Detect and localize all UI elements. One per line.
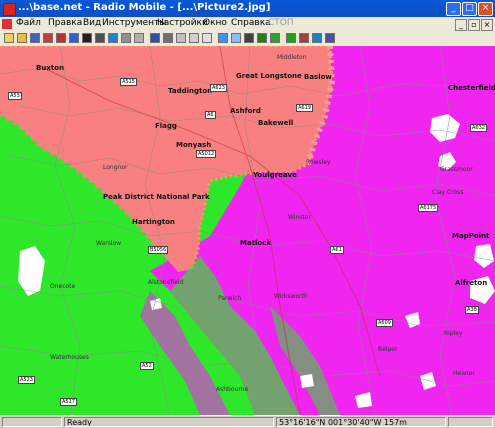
- coverage-icon[interactable]: [218, 33, 228, 43]
- place-label: Ashford: [230, 107, 261, 115]
- picture-icon[interactable]: [121, 33, 131, 43]
- grid-icon[interactable]: [134, 33, 144, 43]
- menu-bar: Файл Правка Вид Инструменты Настройки Ок…: [0, 17, 495, 31]
- road-shield: A38: [465, 306, 479, 314]
- close-button[interactable]: ×: [478, 2, 493, 16]
- place-label: Heanor: [453, 370, 475, 377]
- place-label: Ashbourne: [216, 386, 249, 393]
- copy-icon[interactable]: [176, 33, 186, 43]
- place-label: Peak District National Park: [103, 193, 210, 201]
- networks-icon[interactable]: [56, 33, 66, 43]
- place-label: Baslow: [304, 73, 332, 81]
- place-label: Ripley: [444, 330, 463, 337]
- place-label: Clay Cross: [432, 189, 464, 196]
- radio-mobile-app-icon[interactable]: [3, 3, 16, 16]
- place-label: Waterhouses: [50, 354, 89, 361]
- road-shield: A515: [120, 78, 137, 86]
- route-icon[interactable]: [231, 33, 241, 43]
- map-icon[interactable]: [95, 33, 105, 43]
- status-coordinates: 53°16'16"N 001°30'40"W 157m: [276, 417, 446, 427]
- place-label: Onecote: [50, 283, 76, 290]
- minimize-button[interactable]: _: [446, 2, 461, 16]
- road-shield: A6175: [418, 204, 439, 212]
- merge-icon[interactable]: [150, 33, 160, 43]
- road-shield: A5012: [196, 150, 217, 158]
- place-label: Winster: [288, 214, 311, 221]
- place-label: Rowsley: [306, 159, 331, 166]
- menu-edit[interactable]: Правка: [48, 18, 82, 28]
- road-shield: A517: [60, 398, 77, 406]
- road-shield: A61: [330, 246, 344, 254]
- visual-icon[interactable]: [244, 33, 254, 43]
- mdi-restore-button[interactable]: ▫: [468, 19, 480, 31]
- place-label: Matlock: [240, 239, 272, 247]
- world-icon[interactable]: [108, 33, 118, 43]
- road-shield: A52: [140, 362, 154, 370]
- place-label: Parwich: [218, 295, 242, 302]
- photo-icon[interactable]: [312, 33, 322, 43]
- print-icon[interactable]: [163, 33, 173, 43]
- menu-window[interactable]: Окно: [203, 18, 227, 28]
- road-shield: A619: [296, 104, 313, 112]
- place-label: Youlgreave: [253, 171, 297, 179]
- road-shield: A623: [210, 84, 227, 92]
- status-panel-empty: [2, 417, 62, 427]
- place-label: Flagg: [155, 122, 177, 130]
- cursor-icon[interactable]: [286, 33, 296, 43]
- place-label: Chesterfield: [448, 84, 495, 92]
- mdi-minimize-button[interactable]: _: [455, 19, 467, 31]
- menu-stop[interactable]: СТОП: [268, 18, 294, 28]
- toolbar: [0, 31, 495, 47]
- road-shield: B5056: [148, 246, 169, 254]
- coverage-map[interactable]: Buxton Taddington Great Longstone Baslow…: [0, 46, 495, 415]
- paste-icon[interactable]: [189, 33, 199, 43]
- road-shield: A632: [470, 124, 487, 132]
- systems-icon[interactable]: [82, 33, 92, 43]
- contour-icon[interactable]: [257, 33, 267, 43]
- place-label: Warslow: [96, 240, 122, 247]
- place-label: Great Longstone: [236, 72, 302, 80]
- menu-view[interactable]: Вид: [83, 18, 101, 28]
- place-label: MapPoint: [452, 232, 490, 240]
- place-label: Hartington: [132, 218, 175, 226]
- status-panel-extra: [448, 417, 493, 427]
- status-text: Ready: [64, 417, 274, 427]
- place-label: Monyash: [176, 141, 212, 149]
- place-label: Bakewell: [258, 119, 294, 127]
- antenna-icon[interactable]: [299, 33, 309, 43]
- units-icon[interactable]: [69, 33, 79, 43]
- fresnel-icon[interactable]: [270, 33, 280, 43]
- place-label: Alfreton: [455, 279, 488, 287]
- mdi-close-button[interactable]: ×: [481, 19, 493, 31]
- road-shield: A609: [376, 319, 393, 327]
- place-label: Middleton: [277, 54, 307, 61]
- place-label: Belper: [378, 346, 398, 353]
- status-bar: Ready 53°16'16"N 001°30'40"W 157m: [0, 415, 495, 428]
- place-label: Wirksworth: [274, 293, 308, 300]
- road-shield: A523: [18, 376, 35, 384]
- open-icon[interactable]: [17, 33, 27, 43]
- road-shield: A6: [205, 111, 216, 119]
- place-label: Taddington: [168, 87, 213, 95]
- place-label: Longnor: [103, 164, 128, 171]
- place-label: Buxton: [36, 64, 64, 72]
- maximize-button[interactable]: □: [462, 2, 477, 16]
- document-icon[interactable]: [2, 19, 12, 29]
- place-label: Grassmoor: [440, 166, 473, 173]
- properties-icon[interactable]: [43, 33, 53, 43]
- save-icon[interactable]: [30, 33, 40, 43]
- menu-file[interactable]: Файл: [16, 18, 41, 28]
- compass-icon[interactable]: [325, 33, 335, 43]
- title-bar: ...\base.net - Radio Mobile - [...\Pictu…: [0, 0, 495, 17]
- new-icon[interactable]: [4, 33, 14, 43]
- place-label: Alstonefield: [148, 279, 184, 286]
- menu-help[interactable]: Справка: [231, 18, 271, 28]
- road-shield: A53: [8, 92, 22, 100]
- radio-link-icon[interactable]: [202, 33, 212, 43]
- window-title: ...\base.net - Radio Mobile - [...\Pictu…: [18, 2, 271, 13]
- menu-settings[interactable]: Настройки: [157, 18, 208, 28]
